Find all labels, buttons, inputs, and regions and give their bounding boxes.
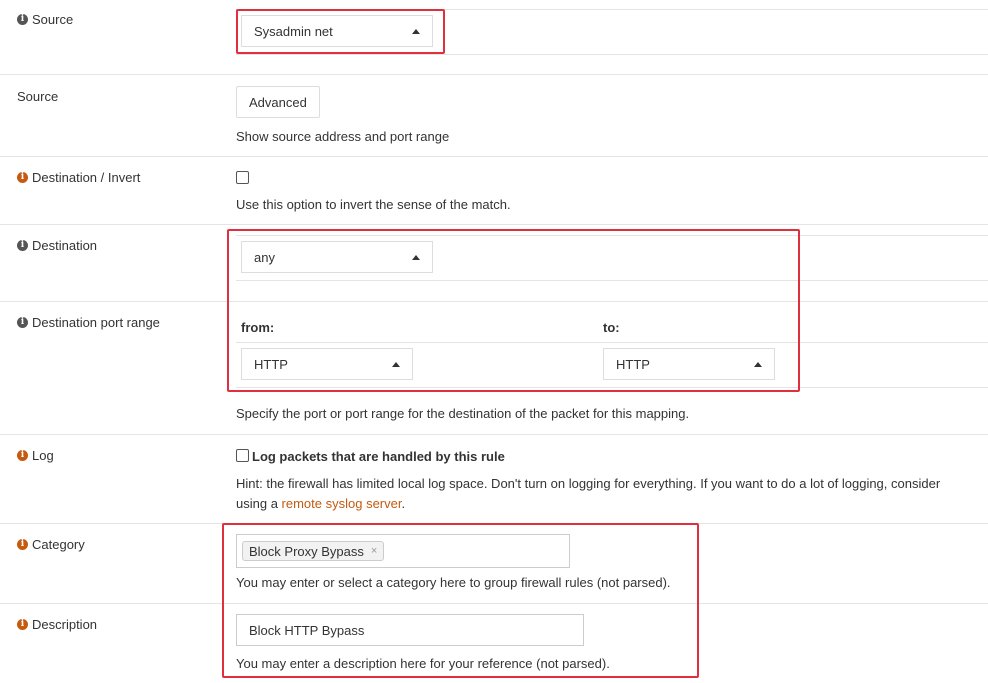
highlight-category-description bbox=[222, 523, 699, 678]
highlight-source bbox=[236, 9, 445, 54]
description-label-text: Description bbox=[32, 617, 98, 632]
source-label-text: Source bbox=[32, 12, 74, 27]
info-icon[interactable]: i bbox=[17, 317, 28, 328]
source-advanced-row: Source Advanced Show source address and … bbox=[0, 74, 988, 157]
divider bbox=[236, 54, 988, 55]
info-icon[interactable]: i bbox=[17, 240, 28, 251]
category-label-text: Category bbox=[32, 537, 85, 552]
log-label: i Log bbox=[17, 448, 54, 463]
log-label-text: Log bbox=[32, 448, 54, 463]
log-checkbox-label[interactable]: Log packets that are handled by this rul… bbox=[252, 449, 505, 464]
description-label: i Description bbox=[17, 617, 97, 632]
info-icon[interactable]: i bbox=[17, 450, 28, 461]
destination-invert-label-text: Destination / Invert bbox=[32, 170, 141, 185]
destination-invert-help: Use this option to invert the sense of t… bbox=[236, 197, 511, 212]
info-icon[interactable]: i bbox=[17, 14, 28, 25]
destination-port-range-help: Specify the port or port range for the d… bbox=[236, 406, 690, 421]
log-checkbox[interactable] bbox=[236, 449, 249, 462]
destination-label: i Destination bbox=[17, 238, 97, 253]
destination-label-text: Destination bbox=[32, 238, 98, 253]
advanced-button-label: Advanced bbox=[249, 94, 307, 110]
source-advanced-label-text: Source bbox=[17, 89, 59, 104]
source-advanced-help: Show source address and port range bbox=[236, 129, 450, 144]
info-icon[interactable]: i bbox=[17, 619, 28, 630]
remote-syslog-link[interactable]: remote syslog server bbox=[282, 496, 402, 511]
source-label: i Source bbox=[17, 12, 73, 27]
advanced-button[interactable]: Advanced bbox=[236, 86, 320, 118]
destination-port-range-label: i Destination port range bbox=[17, 315, 160, 330]
info-icon[interactable]: i bbox=[17, 539, 28, 550]
source-advanced-label: Source bbox=[17, 89, 58, 104]
destination-invert-checkbox[interactable] bbox=[236, 171, 249, 184]
highlight-destination bbox=[227, 229, 800, 392]
source-row: i Source Sysadmin net bbox=[0, 0, 988, 75]
category-label: i Category bbox=[17, 537, 85, 552]
log-hint-suffix: . bbox=[401, 496, 406, 511]
info-icon[interactable]: i bbox=[17, 172, 28, 183]
log-hint-prefix: using a bbox=[236, 496, 282, 511]
log-hint-line1: Hint: the firewall has limited local log… bbox=[236, 476, 941, 491]
destination-invert-label: i Destination / Invert bbox=[17, 170, 140, 185]
destination-invert-row: i Destination / Invert Use this option t… bbox=[0, 156, 988, 225]
log-row: i Log Log packets that are handled by th… bbox=[0, 434, 988, 524]
destination-port-range-label-text: Destination port range bbox=[32, 315, 160, 330]
log-hint-line2: using a remote syslog server. bbox=[236, 496, 405, 511]
